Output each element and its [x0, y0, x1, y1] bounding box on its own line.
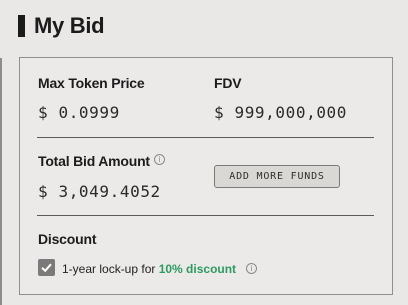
header-accent-bar — [18, 15, 25, 37]
bid-card: Max Token Price $ 0.0999 FDV $ 999,000,0… — [19, 57, 393, 295]
lockup-option-text[interactable]: 1-year lock-up for 10% discount — [62, 262, 236, 276]
fdv-label: FDV — [214, 75, 242, 91]
lockup-checkbox[interactable] — [38, 259, 55, 276]
discount-highlight: 10% discount — [158, 262, 237, 276]
fdv-value: $ 999,000,000 — [214, 103, 348, 122]
checkmark-icon — [41, 263, 52, 273]
total-bid-label: Total Bid Amount — [38, 153, 150, 169]
info-icon[interactable]: i — [154, 154, 165, 165]
add-more-funds-button[interactable]: ADD MORE FUNDS — [214, 165, 340, 188]
discount-label: Discount — [38, 231, 97, 247]
info-icon[interactable]: i — [246, 263, 257, 274]
max-token-price-label: Max Token Price — [38, 75, 145, 91]
total-bid-value: $ 3,049.4052 — [38, 182, 161, 201]
page-header: My Bid — [18, 12, 105, 40]
section-divider — [37, 215, 374, 216]
lockup-option-prefix: 1-year lock-up for — [62, 262, 159, 276]
section-divider — [37, 137, 374, 138]
max-token-price-value: $ 0.0999 — [38, 103, 120, 122]
page-title: My Bid — [34, 13, 105, 38]
left-rail-divider — [0, 58, 2, 305]
